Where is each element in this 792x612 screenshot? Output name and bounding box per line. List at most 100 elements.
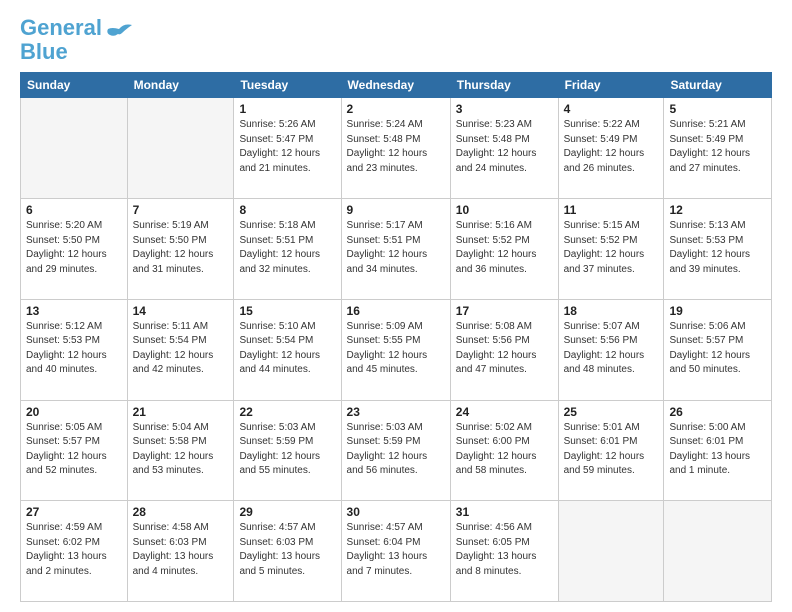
day-number: 26 — [669, 405, 766, 419]
calendar-cell: 27 Sunrise: 4:59 AM Sunset: 6:02 PM Dayli… — [21, 501, 128, 602]
page: General Blue SundayMondayTuesdayWednesda… — [0, 0, 792, 612]
day-number: 25 — [564, 405, 659, 419]
day-number: 19 — [669, 304, 766, 318]
day-detail: Sunrise: 5:09 AM Sunset: 5:55 PM Dayligh… — [347, 320, 445, 378]
calendar-cell: 23 Sunrise: 5:03 AM Sunset: 5:59 PM Dayli… — [341, 400, 450, 501]
calendar-cell: 17 Sunrise: 5:08 AM Sunset: 5:56 PM Dayli… — [450, 299, 558, 400]
calendar-cell: 15 Sunrise: 5:10 AM Sunset: 5:54 PM Dayli… — [234, 299, 341, 400]
calendar-cell: 22 Sunrise: 5:03 AM Sunset: 5:59 PM Dayli… — [234, 400, 341, 501]
calendar-week-row: 20Sunrise: 5:05 AM Sunset: 5:57 PM Dayli… — [21, 400, 772, 501]
calendar-cell — [21, 98, 128, 199]
day-detail: Sunrise: 5:20 AM Sunset: 5:50 PM Dayligh… — [26, 219, 122, 277]
day-detail: Sunrise: 5:22 AM Sunset: 5:49 PM Dayligh… — [564, 118, 659, 176]
day-detail: Sunrise: 5:23 AM Sunset: 5:48 PM Dayligh… — [456, 118, 553, 176]
day-detail: Sunrise: 5:12 AM Sunset: 5:53 PM Dayligh… — [26, 320, 122, 378]
day-number: 17 — [456, 304, 553, 318]
day-detail: Sunrise: 5:06 AM Sunset: 5:57 PM Dayligh… — [669, 320, 766, 378]
day-number: 22 — [239, 405, 335, 419]
day-detail: Sunrise: 4:57 AM Sunset: 6:03 PM Dayligh… — [239, 521, 335, 579]
calendar-cell: 12 Sunrise: 5:13 AM Sunset: 5:53 PM Dayli… — [664, 199, 772, 300]
day-detail: Sunrise: 5:13 AM Sunset: 5:53 PM Dayligh… — [669, 219, 766, 277]
day-number: 3 — [456, 102, 553, 116]
day-number: 8 — [239, 203, 335, 217]
calendar-cell: 28 Sunrise: 4:58 AM Sunset: 6:03 PM Dayli… — [127, 501, 234, 602]
day-number: 12 — [669, 203, 766, 217]
calendar-table: SundayMondayTuesdayWednesdayThursdayFrid… — [20, 72, 772, 602]
day-number: 1 — [239, 102, 335, 116]
day-detail: Sunrise: 5:17 AM Sunset: 5:51 PM Dayligh… — [347, 219, 445, 277]
weekday-header-row: SundayMondayTuesdayWednesdayThursdayFrid… — [21, 73, 772, 98]
calendar-cell: 26Sunrise: 5:00 AM Sunset: 6:01 PM Dayli… — [664, 400, 772, 501]
calendar-cell: 8 Sunrise: 5:18 AM Sunset: 5:51 PM Daylig… — [234, 199, 341, 300]
day-detail: Sunrise: 5:01 AM Sunset: 6:01 PM Dayligh… — [564, 421, 659, 479]
day-detail: Sunrise: 5:03 AM Sunset: 5:59 PM Dayligh… — [347, 421, 445, 479]
day-detail: Sunrise: 5:04 AM Sunset: 5:58 PM Dayligh… — [133, 421, 229, 479]
day-number: 27 — [26, 505, 122, 519]
calendar-cell: 30 Sunrise: 4:57 AM Sunset: 6:04 PM Dayli… — [341, 501, 450, 602]
calendar-week-row: 27 Sunrise: 4:59 AM Sunset: 6:02 PM Dayli… — [21, 501, 772, 602]
calendar-cell: 14 Sunrise: 5:11 AM Sunset: 5:54 PM Dayli… — [127, 299, 234, 400]
day-detail: Sunrise: 5:16 AM Sunset: 5:52 PM Dayligh… — [456, 219, 553, 277]
calendar-week-row: 6 Sunrise: 5:20 AM Sunset: 5:50 PM Daylig… — [21, 199, 772, 300]
calendar-cell: 9 Sunrise: 5:17 AM Sunset: 5:51 PM Daylig… — [341, 199, 450, 300]
day-number: 4 — [564, 102, 659, 116]
calendar-cell: 2 Sunrise: 5:24 AM Sunset: 5:48 PM Daylig… — [341, 98, 450, 199]
day-number: 14 — [133, 304, 229, 318]
calendar-week-row: 13Sunrise: 5:12 AM Sunset: 5:53 PM Dayli… — [21, 299, 772, 400]
calendar-cell: 20Sunrise: 5:05 AM Sunset: 5:57 PM Dayli… — [21, 400, 128, 501]
calendar-cell: 31 Sunrise: 4:56 AM Sunset: 6:05 PM Dayli… — [450, 501, 558, 602]
day-number: 20 — [26, 405, 122, 419]
header: General Blue — [20, 16, 772, 64]
logo: General Blue — [20, 16, 134, 64]
calendar-cell: 6 Sunrise: 5:20 AM Sunset: 5:50 PM Daylig… — [21, 199, 128, 300]
weekday-header-saturday: Saturday — [664, 73, 772, 98]
day-number: 11 — [564, 203, 659, 217]
calendar-cell: 21Sunrise: 5:04 AM Sunset: 5:58 PM Dayli… — [127, 400, 234, 501]
day-detail: Sunrise: 5:02 AM Sunset: 6:00 PM Dayligh… — [456, 421, 553, 479]
day-number: 23 — [347, 405, 445, 419]
day-detail: Sunrise: 5:03 AM Sunset: 5:59 PM Dayligh… — [239, 421, 335, 479]
calendar-cell: 24 Sunrise: 5:02 AM Sunset: 6:00 PM Dayli… — [450, 400, 558, 501]
calendar-cell: 16 Sunrise: 5:09 AM Sunset: 5:55 PM Dayli… — [341, 299, 450, 400]
calendar-cell — [664, 501, 772, 602]
day-number: 9 — [347, 203, 445, 217]
day-detail: Sunrise: 5:26 AM Sunset: 5:47 PM Dayligh… — [239, 118, 335, 176]
day-detail: Sunrise: 5:19 AM Sunset: 5:50 PM Dayligh… — [133, 219, 229, 277]
day-number: 30 — [347, 505, 445, 519]
day-number: 7 — [133, 203, 229, 217]
day-number: 5 — [669, 102, 766, 116]
weekday-header-wednesday: Wednesday — [341, 73, 450, 98]
day-number: 31 — [456, 505, 553, 519]
day-number: 28 — [133, 505, 229, 519]
weekday-header-friday: Friday — [558, 73, 664, 98]
calendar-cell: 29 Sunrise: 4:57 AM Sunset: 6:03 PM Dayli… — [234, 501, 341, 602]
calendar-cell: 4 Sunrise: 5:22 AM Sunset: 5:49 PM Daylig… — [558, 98, 664, 199]
weekday-header-tuesday: Tuesday — [234, 73, 341, 98]
day-detail: Sunrise: 4:59 AM Sunset: 6:02 PM Dayligh… — [26, 521, 122, 579]
weekday-header-sunday: Sunday — [21, 73, 128, 98]
day-number: 29 — [239, 505, 335, 519]
weekday-header-thursday: Thursday — [450, 73, 558, 98]
day-detail: Sunrise: 5:21 AM Sunset: 5:49 PM Dayligh… — [669, 118, 766, 176]
day-number: 6 — [26, 203, 122, 217]
day-number: 16 — [347, 304, 445, 318]
day-detail: Sunrise: 5:18 AM Sunset: 5:51 PM Dayligh… — [239, 219, 335, 277]
day-detail: Sunrise: 5:10 AM Sunset: 5:54 PM Dayligh… — [239, 320, 335, 378]
day-detail: Sunrise: 5:08 AM Sunset: 5:56 PM Dayligh… — [456, 320, 553, 378]
calendar-week-row: 1 Sunrise: 5:26 AM Sunset: 5:47 PM Daylig… — [21, 98, 772, 199]
calendar-cell: 3 Sunrise: 5:23 AM Sunset: 5:48 PM Daylig… — [450, 98, 558, 199]
day-detail: Sunrise: 4:57 AM Sunset: 6:04 PM Dayligh… — [347, 521, 445, 579]
calendar-cell: 25 Sunrise: 5:01 AM Sunset: 6:01 PM Dayli… — [558, 400, 664, 501]
day-detail: Sunrise: 4:58 AM Sunset: 6:03 PM Dayligh… — [133, 521, 229, 579]
day-number: 2 — [347, 102, 445, 116]
day-detail: Sunrise: 4:56 AM Sunset: 6:05 PM Dayligh… — [456, 521, 553, 579]
calendar-cell: 10 Sunrise: 5:16 AM Sunset: 5:52 PM Dayli… — [450, 199, 558, 300]
calendar-cell: 19 Sunrise: 5:06 AM Sunset: 5:57 PM Dayli… — [664, 299, 772, 400]
day-number: 24 — [456, 405, 553, 419]
day-detail: Sunrise: 5:11 AM Sunset: 5:54 PM Dayligh… — [133, 320, 229, 378]
day-number: 15 — [239, 304, 335, 318]
day-detail: Sunrise: 5:24 AM Sunset: 5:48 PM Dayligh… — [347, 118, 445, 176]
logo-general: General — [20, 15, 102, 40]
day-number: 10 — [456, 203, 553, 217]
calendar-cell: 18Sunrise: 5:07 AM Sunset: 5:56 PM Dayli… — [558, 299, 664, 400]
